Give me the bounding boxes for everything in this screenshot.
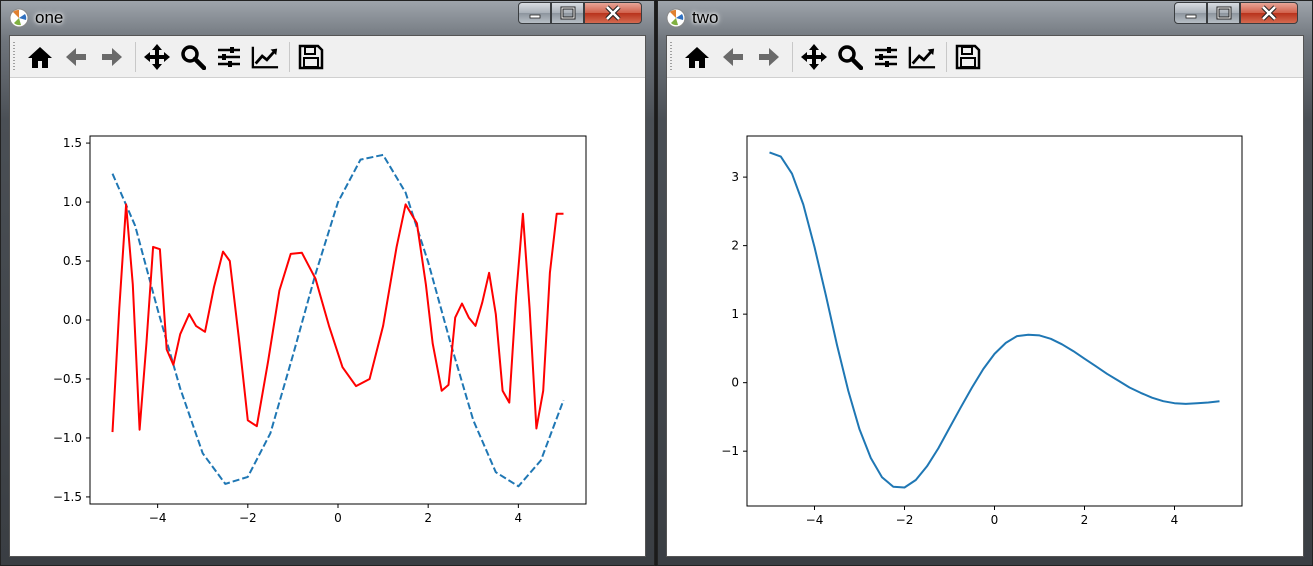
zoom-icon[interactable]: [836, 43, 864, 71]
x-tick-label: −4: [149, 511, 167, 525]
chart-two[interactable]: −4 −2 0 2 4 −1 0 1 2 3: [667, 78, 1305, 558]
chart-one[interactable]: −4 −2 0 2 4 −1.5 −1.0 −0.5 0.0 0.5 1.0 1.5: [10, 78, 647, 558]
y-tick-label: 0.0: [63, 313, 82, 327]
minimize-button[interactable]: [518, 2, 551, 24]
x-tick-label: −2: [239, 511, 257, 525]
navigation-toolbar: [667, 36, 1303, 78]
toolbar-grip[interactable]: [13, 42, 15, 72]
x-tick-label: 0: [991, 513, 999, 527]
back-arrow-icon[interactable]: [62, 43, 90, 71]
y-tick-label: −1.0: [53, 431, 82, 445]
figure-window-one: one −4 −2 0 2 4 −1.5 −1.0 −0.5 0.0 0.5 1.0 1.5: [0, 0, 655, 566]
forward-arrow-icon[interactable]: [755, 43, 783, 71]
matplotlib-app-icon: [9, 8, 29, 28]
y-tick-label: −1: [721, 444, 739, 458]
close-button[interactable]: [1240, 2, 1298, 24]
y-tick-label: 0: [731, 376, 739, 390]
figure-canvas-area: −4 −2 0 2 4 −1 0 1 2 3: [666, 35, 1304, 557]
series-line-2: [111, 203, 564, 433]
toolbar-separator: [792, 42, 793, 72]
save-icon[interactable]: [954, 43, 982, 71]
toolbar-separator: [289, 42, 290, 72]
series-line-1: [769, 151, 1220, 489]
y-tick-label: 2: [731, 239, 739, 253]
x-tick-label: 0: [334, 511, 342, 525]
pan-icon[interactable]: [800, 43, 828, 71]
x-tick-label: 2: [1081, 513, 1089, 527]
y-tick-label: −1.5: [53, 490, 82, 504]
plot-area[interactable]: −4 −2 0 2 4 −1.5 −1.0 −0.5 0.0 0.5 1.0 1.5: [10, 78, 647, 563]
x-tick-label: 4: [515, 511, 523, 525]
back-arrow-icon[interactable]: [719, 43, 747, 71]
edit-axes-icon[interactable]: [251, 43, 279, 71]
y-tick-label: 1.0: [63, 195, 82, 209]
home-icon[interactable]: [683, 43, 711, 71]
figure-canvas-area: −4 −2 0 2 4 −1.5 −1.0 −0.5 0.0 0.5 1.0 1.5: [9, 35, 646, 557]
minimize-button[interactable]: [1174, 2, 1207, 24]
edit-axes-icon[interactable]: [908, 43, 936, 71]
figure-window-two: two −4 −2 0 2 4 −1 0 1 2 3: [657, 0, 1313, 566]
matplotlib-app-icon: [666, 8, 686, 28]
y-tick-label: 1: [731, 307, 739, 321]
toolbar-grip[interactable]: [670, 42, 672, 72]
subplots-icon[interactable]: [215, 43, 243, 71]
maximize-button[interactable]: [1207, 2, 1240, 24]
pan-icon[interactable]: [143, 43, 171, 71]
toolbar-separator: [946, 42, 947, 72]
y-tick-label: 3: [731, 170, 739, 184]
navigation-toolbar: [10, 36, 645, 78]
plot-area[interactable]: −4 −2 0 2 4 −1 0 1 2 3: [667, 78, 1305, 563]
y-tick-label: −0.5: [53, 372, 82, 386]
forward-arrow-icon[interactable]: [98, 43, 126, 71]
x-tick-label: 2: [424, 511, 432, 525]
title-bar[interactable]: one: [1, 1, 654, 34]
y-tick-label: 0.5: [63, 254, 82, 268]
maximize-button[interactable]: [551, 2, 584, 24]
x-tick-label: −2: [896, 513, 914, 527]
axes-frame: [746, 135, 1243, 507]
subplots-icon[interactable]: [872, 43, 900, 71]
x-tick-label: −4: [806, 513, 824, 527]
close-button[interactable]: [584, 2, 642, 24]
toolbar-separator: [135, 42, 136, 72]
save-icon[interactable]: [297, 43, 325, 71]
window-title: one: [35, 8, 64, 27]
window-title: two: [692, 8, 719, 27]
y-tick-label: 1.5: [63, 136, 82, 150]
x-tick-label: 4: [1171, 513, 1179, 527]
title-bar[interactable]: two: [658, 1, 1312, 34]
home-icon[interactable]: [26, 43, 54, 71]
zoom-icon[interactable]: [179, 43, 207, 71]
